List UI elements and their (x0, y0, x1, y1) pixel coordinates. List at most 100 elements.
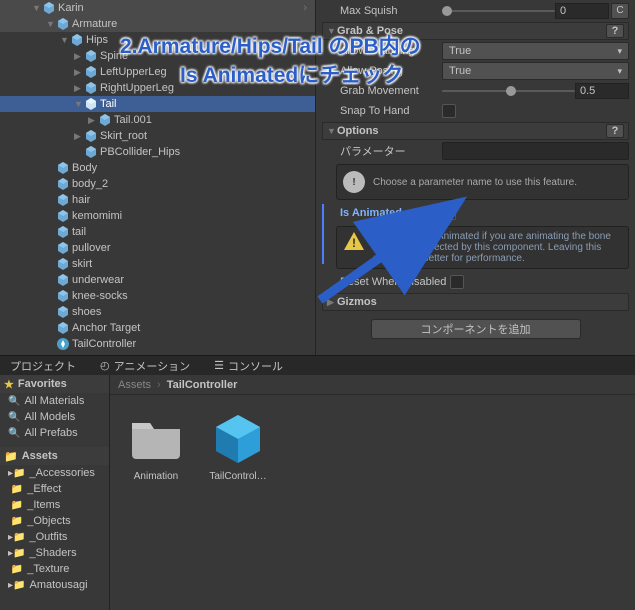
tab-project[interactable]: プロジェクト (4, 356, 82, 376)
add-component-button[interactable]: コンポーネントを追加 (371, 319, 581, 339)
options-header[interactable]: ▼ Options ? (322, 122, 629, 140)
folder-effect[interactable]: 📁_Effect (0, 481, 109, 497)
hierarchy-item-spine[interactable]: ▶ Spine (0, 48, 315, 64)
hierarchy-item-rightupperleg[interactable]: ▶ RightUpperLeg (0, 80, 315, 96)
chevron-right-icon[interactable]: › (303, 2, 307, 14)
reset-when-disabled-checkbox[interactable] (450, 275, 464, 289)
all-models[interactable]: 🔍All Models (0, 409, 109, 425)
foldout-icon[interactable]: ▶ (74, 131, 84, 142)
prefab-icon (56, 305, 70, 319)
hierarchy-item-karin[interactable]: ▼ Karin › (0, 0, 315, 16)
favorites-header[interactable]: ★Favorites (0, 375, 109, 393)
hierarchy-item-armature[interactable]: ▼ Armature (0, 16, 315, 32)
snap-to-hand-checkbox[interactable] (442, 104, 456, 118)
asset-tailcontroller[interactable]: TailControl… (206, 409, 270, 482)
assets-header[interactable]: 📁Assets (0, 447, 109, 465)
tab-animation[interactable]: ◴アニメーション (94, 356, 196, 376)
hierarchy-item-shoes[interactable]: shoes (0, 304, 315, 320)
hierarchy-item-pullover[interactable]: pullover (0, 240, 315, 256)
folder-outfits[interactable]: ▸📁_Outfits (0, 529, 109, 545)
foldout-icon[interactable]: ▼ (74, 99, 84, 109)
folder-texture[interactable]: 📁_Texture (0, 561, 109, 577)
prefab-icon (84, 49, 98, 63)
foldout-icon[interactable]: ▶ (327, 297, 337, 308)
grab-movement-field[interactable] (575, 83, 629, 99)
bottom-tabs: プロジェクト ◴アニメーション ☰コンソール (0, 355, 635, 375)
folder-objects[interactable]: 📁_Objects (0, 513, 109, 529)
hierarchy-item-leftupperleg[interactable]: ▶ LeftUpperLeg (0, 64, 315, 80)
tab-console[interactable]: ☰コンソール (208, 356, 289, 376)
hierarchy-item-hair[interactable]: hair (0, 192, 315, 208)
grab-movement-row: Grab Movement (322, 82, 629, 100)
curve-button[interactable]: C (611, 3, 629, 19)
prefab-icon (56, 225, 70, 239)
allow-grab-dropdown[interactable]: True (442, 42, 629, 60)
asset-label: TailControl… (206, 471, 270, 482)
breadcrumb-assets[interactable]: Assets (118, 379, 151, 391)
folder-shaders[interactable]: ▸📁_Shaders (0, 545, 109, 561)
foldout-icon[interactable]: ▼ (46, 19, 56, 29)
hierarchy-item-tail001[interactable]: ▶ Tail.001 (0, 112, 315, 128)
hierarchy-item-hips[interactable]: ▼ Hips (0, 32, 315, 48)
folder-items[interactable]: 📁_Items (0, 497, 109, 513)
hierarchy-item-skirt[interactable]: skirt (0, 256, 315, 272)
prefab-icon (56, 209, 70, 223)
item-label: knee-socks (72, 290, 128, 302)
foldout-icon[interactable]: ▼ (60, 35, 70, 45)
foldout-icon[interactable]: ▼ (327, 126, 337, 136)
item-label: hair (72, 194, 90, 206)
item-label: body_2 (72, 178, 108, 190)
item-label: Hips (86, 34, 108, 46)
help-button[interactable]: ? (606, 124, 624, 138)
folder-amatousagi[interactable]: ▸📁Amatousagi (0, 577, 109, 593)
folder-accessories[interactable]: ▸📁_Accessories (0, 465, 109, 481)
foldout-icon[interactable]: ▶ (88, 115, 98, 126)
reset-when-disabled-label: Reset When Disabled (322, 276, 450, 288)
info-text: Choose a parameter name to use this feat… (373, 177, 577, 188)
header-label: Gizmos (337, 296, 377, 308)
prefab-icon (84, 81, 98, 95)
hierarchy-item-underwear[interactable]: underwear (0, 272, 315, 288)
hierarchy-item-skirtroot[interactable]: ▶ Skirt_root (0, 128, 315, 144)
warning-text: Only enable IsAnimated if you are animat… (373, 231, 622, 264)
star-icon: ★ (4, 378, 14, 391)
allow-pose-dropdown[interactable]: True (442, 62, 629, 80)
prefab-icon (56, 161, 70, 175)
hierarchy-item-pbcollider[interactable]: PBCollider_Hips (0, 144, 315, 160)
hierarchy-item-kemomimi[interactable]: kemomimi (0, 208, 315, 224)
foldout-icon[interactable]: ▶ (74, 51, 84, 62)
hierarchy-panel: ▼ Karin › ▼ Armature ▼ Hips ▶ Spine ▶ Le… (0, 0, 316, 355)
foldout-icon[interactable]: ▼ (327, 26, 337, 36)
item-label: tail (72, 226, 86, 238)
is-animated-checkbox[interactable] (442, 206, 456, 220)
grab-movement-slider[interactable] (442, 90, 575, 92)
prefab-icon (70, 33, 84, 47)
prefab-icon (56, 177, 70, 191)
all-materials[interactable]: 🔍All Materials (0, 393, 109, 409)
hierarchy-item-tailobj[interactable]: tail (0, 224, 315, 240)
hierarchy-item-anchortarget[interactable]: Anchor Target (0, 320, 315, 336)
hierarchy-item-tail[interactable]: ▼ Tail (0, 96, 315, 112)
warning-box: ! Only enable IsAnimated if you are anim… (336, 226, 629, 269)
foldout-icon[interactable]: ▼ (32, 3, 42, 13)
breadcrumb-current[interactable]: TailController (167, 379, 238, 391)
parameter-label: パラメーター (322, 143, 442, 159)
max-squish-slider[interactable] (442, 10, 555, 12)
asset-animation-folder[interactable]: Animation (124, 409, 188, 482)
max-squish-field[interactable] (555, 3, 609, 19)
parameter-field[interactable] (442, 142, 629, 160)
foldout-icon[interactable]: ▶ (74, 83, 84, 94)
hierarchy-item-tailcontroller[interactable]: TailController (0, 336, 315, 352)
help-button[interactable]: ? (606, 24, 624, 38)
gizmos-header[interactable]: ▶ Gizmos (322, 293, 629, 311)
hierarchy-item-body[interactable]: Body (0, 160, 315, 176)
addon-icon (56, 337, 70, 351)
project-content: Assets › TailController Animation TailCo… (110, 375, 635, 610)
search-icon: 🔍 (8, 396, 20, 407)
prefab-icon (98, 113, 112, 127)
hierarchy-item-body2[interactable]: body_2 (0, 176, 315, 192)
all-prefabs[interactable]: 🔍All Prefabs (0, 425, 109, 441)
hierarchy-item-kneesocks[interactable]: knee-socks (0, 288, 315, 304)
foldout-icon[interactable]: ▶ (74, 67, 84, 78)
grab-pose-header[interactable]: ▼ Grab & Pose ? (322, 22, 629, 40)
